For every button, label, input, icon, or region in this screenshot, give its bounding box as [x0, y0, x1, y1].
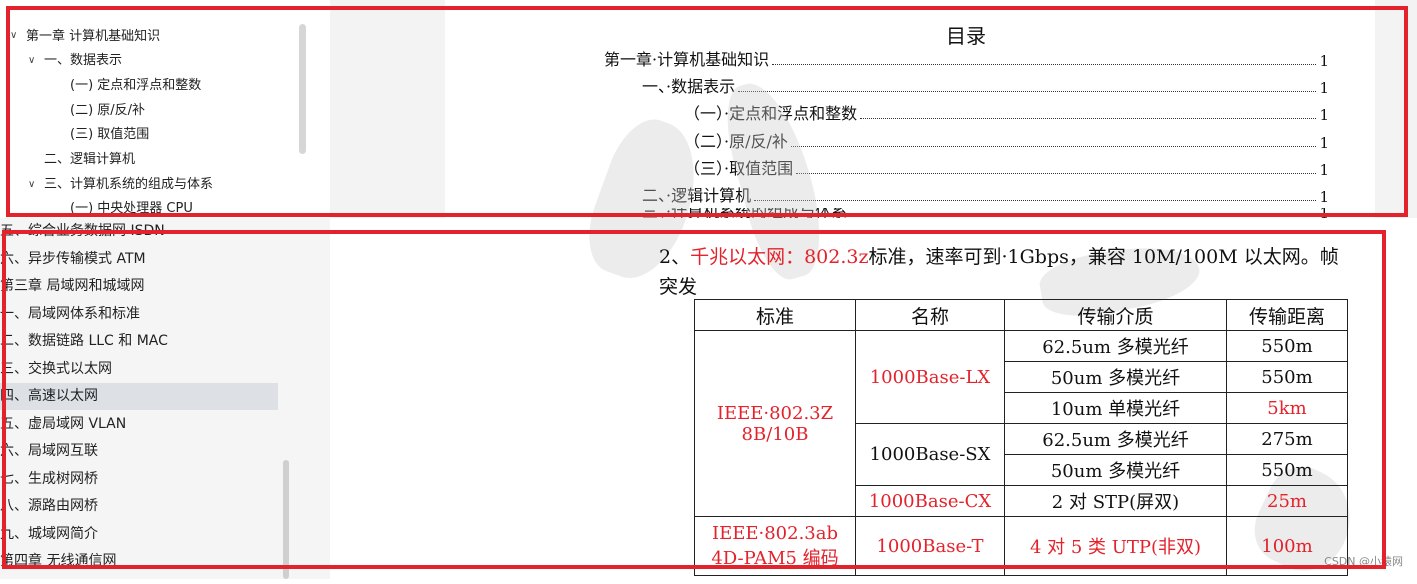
nav-item[interactable]: 三、交换式以太网	[0, 356, 112, 383]
nav-item-fixed-float[interactable]: (一) 定点和浮点和整数	[70, 77, 201, 95]
nav-item[interactable]: 一、局域网体系和标准	[0, 301, 140, 328]
toc-title: 目录	[946, 24, 986, 48]
paragraph-line-1: 2、千兆以太网：802.3z标准，速率可到·1Gbps，兼容 10M/100M …	[659, 242, 1339, 269]
distance-cell: 550m	[1226, 454, 1348, 486]
chevron-down-icon[interactable]: ∨	[28, 179, 35, 190]
toc-row-page: 1	[1319, 52, 1329, 70]
table-header: 名称	[855, 299, 1005, 331]
table-row: IEEE·802.3Z 8B/10B 1000Base-LX 62.5um 多模…	[694, 330, 1348, 517]
distance-cell: 25m	[1226, 485, 1348, 517]
medium-cell: 2 对 STP(屏双)	[1004, 485, 1227, 517]
nav-item[interactable]: 第三章 局域网和城域网	[0, 273, 144, 300]
table-header: 传输距离	[1226, 299, 1348, 331]
nav-item[interactable]: 八、源路由网桥	[0, 493, 98, 520]
nav-item-range[interactable]: (三) 取值范围	[70, 126, 149, 144]
distance-cell: 275m	[1226, 423, 1348, 455]
standard-line: IEEE·802.3Z	[716, 402, 834, 424]
nav-item[interactable]: 五、虚局域网 VLAN	[0, 411, 126, 438]
medium-cell: 62.5um 多模光纤	[1004, 423, 1227, 455]
nav-item-cpu[interactable]: (一) 中央处理器 CPU	[70, 200, 193, 218]
standard-line: 4D-PAM5 编码	[711, 547, 839, 569]
table-row: IEEE·802.3ab 4D-PAM5 编码 1000Base-T 4 对 5…	[694, 516, 1348, 576]
toc-row-text: 一、·数据表示	[642, 77, 736, 96]
toc-row-page: 1	[1319, 106, 1329, 124]
chevron-down-icon[interactable]: ∨	[28, 55, 35, 66]
distance-cell: 5km	[1226, 392, 1348, 424]
csdn-watermark: CSDN @小猿网	[1324, 555, 1403, 568]
name-cell: 1000Base-SX	[855, 423, 1005, 486]
nav-pane-top: ∨ 第一章 计算机基础知识 ∨ 一、数据表示 (一) 定点和浮点和整数 (二) …	[0, 0, 330, 218]
standard-cell: IEEE·802.3Z 8B/10B	[694, 330, 856, 517]
nav-item-data-repr[interactable]: 一、数据表示	[44, 52, 122, 70]
paragraph-rest: 标准，速率可到·1Gbps，兼容 10M/100M 以太网。帧	[868, 246, 1339, 268]
nav-item[interactable]: 七、生成树网桥	[0, 466, 98, 493]
medium-cell: 50um 多模光纤	[1004, 361, 1227, 393]
nav-item-selected[interactable]: 四、高速以太网	[0, 383, 278, 410]
distance-cell: 550m	[1226, 361, 1348, 393]
standard-line: 8B/10B	[741, 423, 809, 445]
nav-pane-bottom: 五、综合业务数据网 ISDN 六、异步传输模式 ATM 第三章 局域网和城域网 …	[0, 218, 330, 579]
nav-item-complement[interactable]: (二) 原/反/补	[70, 102, 145, 120]
nav-item-chapter1[interactable]: 第一章 计算机基础知识	[26, 28, 160, 46]
gigabit-ethernet-table: 标准 名称 传输介质 传输距离 IEEE·802.3Z 8B/10B 1000B…	[694, 299, 1348, 576]
toc-row-page: 1	[1319, 79, 1329, 97]
medium-cell: 4 对 5 类 UTP(非双)	[1004, 516, 1227, 576]
toc-row[interactable]: 第一章·计算机基础知识 1	[604, 48, 1329, 70]
name-cell: 1000Base-CX	[855, 485, 1005, 517]
chevron-down-icon[interactable]: ∨	[10, 30, 17, 41]
paragraph-highlight: 千兆以太网：802.3z	[690, 246, 869, 268]
standard-cell: IEEE·802.3ab 4D-PAM5 编码	[694, 516, 856, 576]
nav-item[interactable]: 第四章 无线通信网	[0, 548, 116, 575]
nav-item[interactable]: 六、异步传输模式 ATM	[0, 246, 146, 273]
paragraph-line-2: 突发	[659, 276, 698, 298]
name-cell: 1000Base-LX	[855, 330, 1005, 424]
nav-item[interactable]: 九、城域网简介	[0, 521, 98, 548]
scrollbar-thumb[interactable]	[283, 460, 289, 579]
medium-cell: 50um 多模光纤	[1004, 454, 1227, 486]
scrollbar-thumb[interactable]	[299, 24, 306, 154]
nav-item[interactable]: 六、局域网互联	[0, 438, 98, 465]
paragraph-prefix: 2、	[659, 246, 691, 268]
medium-cell: 62.5um 多模光纤	[1004, 330, 1227, 362]
table-header: 传输介质	[1004, 299, 1227, 331]
nav-item-logic-computer[interactable]: 二、逻辑计算机	[44, 151, 135, 169]
name-cell: 1000Base-T	[855, 516, 1005, 576]
medium-cell: 10um 单模光纤	[1004, 392, 1227, 424]
toc-row-page: 1	[1319, 188, 1329, 206]
distance-cell: 550m	[1226, 330, 1348, 362]
toc-row-text: 第一章·计算机基础知识	[604, 50, 770, 69]
nav-item-system[interactable]: 三、计算机系统的组成与体系	[44, 176, 213, 194]
toc-row-page: 1	[1319, 161, 1329, 179]
table-header-row: 标准 名称 传输介质 传输距离	[694, 299, 1348, 331]
standard-line: IEEE·802.3ab	[711, 522, 839, 544]
nav-item[interactable]: 二、数据链路 LLC 和 MAC	[0, 328, 168, 355]
toc-row-page: 1	[1319, 134, 1329, 152]
table-header: 标准	[694, 299, 856, 331]
nav-item[interactable]: 五、综合业务数据网 ISDN	[0, 218, 165, 245]
